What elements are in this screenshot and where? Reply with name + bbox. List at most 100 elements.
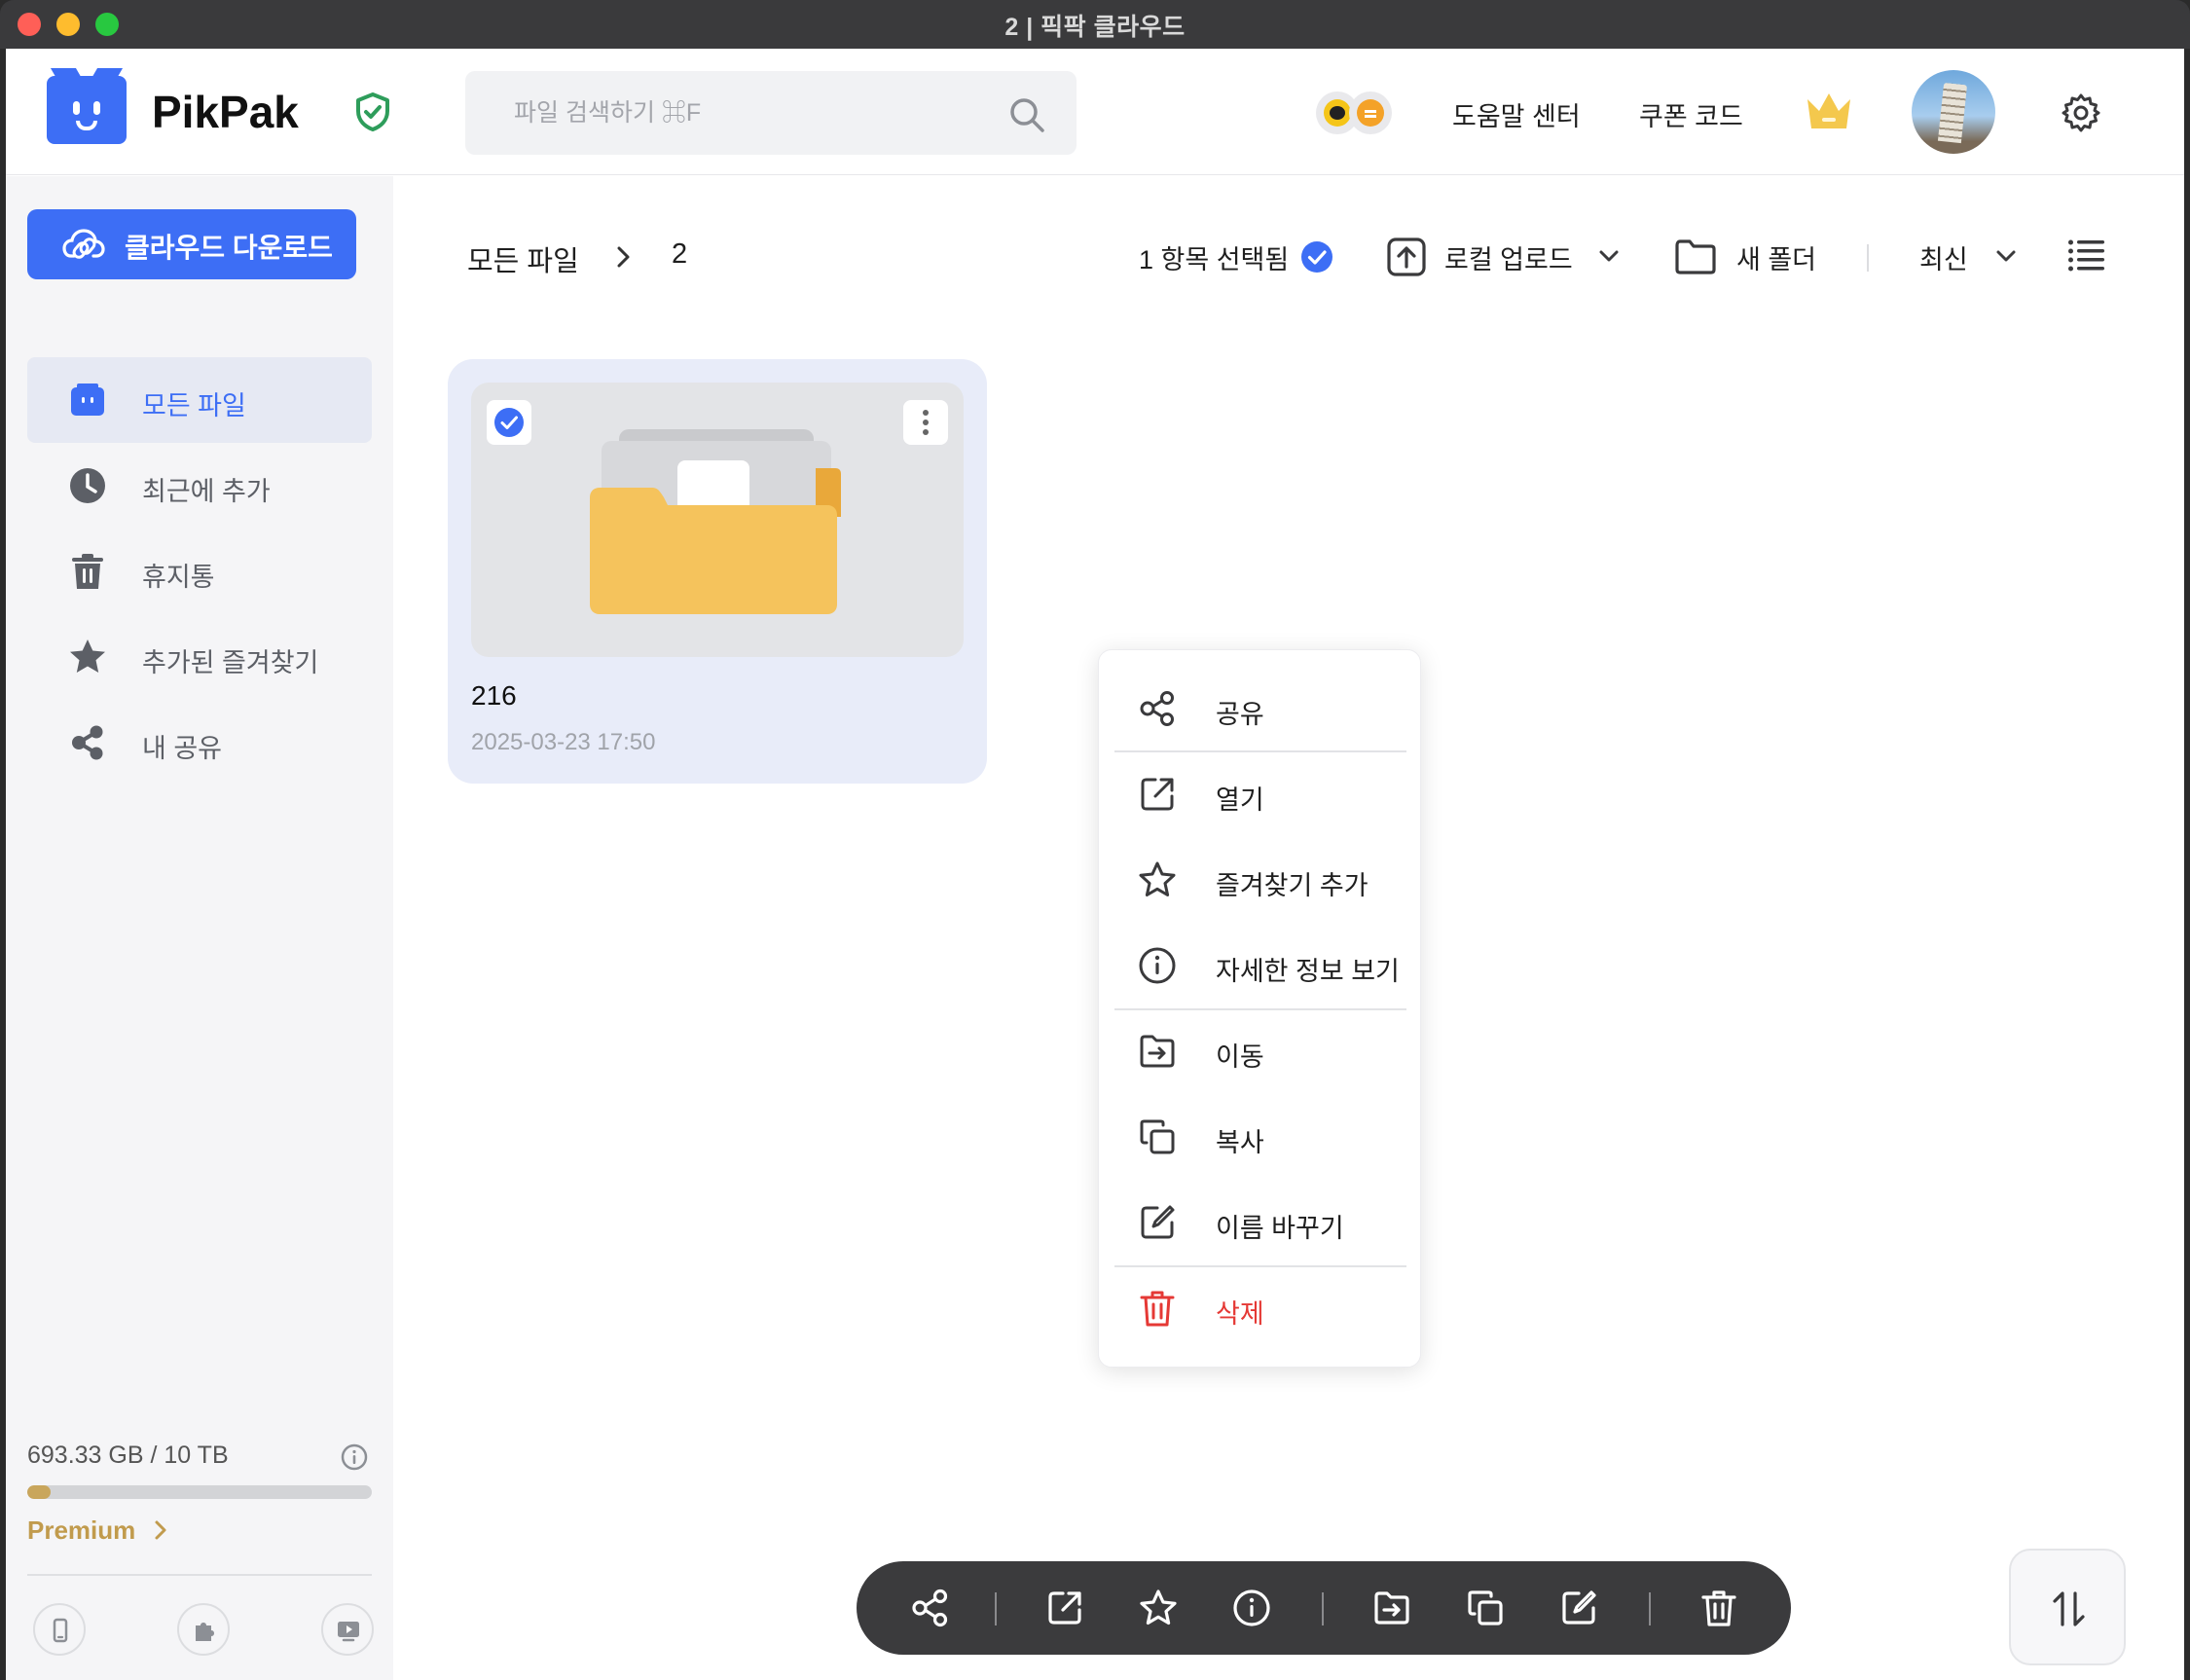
sidebar-item-recent[interactable]: 최근에 추가 <box>27 443 372 529</box>
menu-item-label: 삭제 <box>1216 1299 1264 1329</box>
window-title: 2 | 픽팍 클라우드 <box>1004 14 1186 41</box>
info-icon[interactable] <box>341 1443 368 1471</box>
cloud-download-button[interactable]: 클라우드 다운로드 <box>27 209 356 279</box>
gear-icon[interactable] <box>2062 93 2100 132</box>
list-view-icon[interactable] <box>2067 238 2106 272</box>
community-chat-icons[interactable] <box>1316 91 1394 136</box>
storage-usage-text: 693.33 GB / 10 TB <box>27 1442 229 1469</box>
info-icon <box>1139 947 1176 984</box>
extension-button[interactable] <box>177 1603 230 1656</box>
copy-icon[interactable] <box>1462 1585 1509 1631</box>
chevron-down-icon <box>1996 250 2016 262</box>
star-icon[interactable] <box>1135 1585 1182 1631</box>
chevron-down-icon <box>1599 250 1619 262</box>
menu-item-label: 즐겨찾기 추가 <box>1216 871 1369 900</box>
upload-icon <box>1387 237 1426 276</box>
chevron-right-icon <box>617 246 630 268</box>
tv-app-button[interactable] <box>321 1603 374 1656</box>
premium-link[interactable]: Premium <box>27 1516 135 1546</box>
app-window: PikPak 도움말 센터 쿠폰 코드 <box>6 49 2184 1680</box>
menu-item-move[interactable]: 이동 <box>1114 1010 1406 1092</box>
share-icon <box>1140 691 1174 726</box>
clock-icon <box>70 468 105 503</box>
puzzle-icon <box>196 1623 214 1641</box>
new-folder-label: 새 폴더 <box>1736 245 1817 274</box>
cloud-link-icon <box>62 229 105 259</box>
menu-item-label: 이동 <box>1216 1042 1264 1072</box>
menu-item-rename[interactable]: 이름 바꾸기 <box>1114 1182 1406 1263</box>
move-folder-icon <box>1140 1035 1175 1068</box>
sidebar-item-label: 내 공유 <box>142 734 223 763</box>
upload-label: 로컬 업로드 <box>1444 245 1573 274</box>
sidebar-divider <box>27 1574 372 1576</box>
menu-item-open[interactable]: 열기 <box>1114 753 1406 835</box>
menu-item-delete[interactable]: 삭제 <box>1114 1267 1406 1349</box>
transfer-list-button[interactable] <box>2009 1549 2126 1665</box>
brand-name: PikPak <box>152 87 299 137</box>
top-header: PikPak 도움말 센터 쿠폰 코드 <box>6 49 2184 175</box>
search-box <box>465 71 1077 155</box>
menu-item-label: 이름 바꾸기 <box>1216 1214 1344 1243</box>
new-folder-button[interactable]: 새 폴더 <box>1674 227 1830 285</box>
user-avatar[interactable] <box>1912 70 1995 154</box>
storage-usage-bar <box>27 1485 372 1499</box>
action-bar-divider <box>995 1592 997 1625</box>
menu-item-favorite[interactable]: 즐겨찾기 추가 <box>1114 839 1406 921</box>
open-external-icon[interactable] <box>1041 1585 1088 1631</box>
share-icon <box>72 725 103 760</box>
window-titlebar: 2 | 픽팍 클라우드 <box>0 0 2190 49</box>
edit-icon <box>1141 1205 1175 1239</box>
sidebar: 클라우드 다운로드 모든 파일 최근에 추가 휴지통 추가된 즐겨찾기 내 공유… <box>6 176 393 1680</box>
crown-icon[interactable] <box>1805 90 1853 132</box>
sidebar-item-favorites[interactable]: 추가된 즐겨찾기 <box>27 614 372 700</box>
menu-item-label: 복사 <box>1216 1128 1264 1157</box>
more-options-button[interactable] <box>903 400 948 445</box>
sidebar-item-all-files[interactable]: 모든 파일 <box>27 357 372 443</box>
sort-arrows-icon <box>2053 1591 2085 1626</box>
selection-checkbox[interactable] <box>487 400 531 445</box>
menu-item-label: 열기 <box>1216 785 1264 815</box>
mobile-app-button[interactable] <box>33 1603 86 1656</box>
copy-icon <box>1140 1119 1175 1154</box>
message-icon[interactable] <box>1349 91 1392 134</box>
breadcrumb-current[interactable]: 2 <box>672 238 687 271</box>
search-icon[interactable] <box>1008 96 1045 133</box>
selection-count: 1 항목 선택됨 <box>1139 245 1290 274</box>
shield-check-icon[interactable] <box>354 91 391 132</box>
breadcrumb-root[interactable]: 모든 파일 <box>467 238 579 279</box>
menu-item-label: 공유 <box>1216 700 1264 729</box>
menu-item-details[interactable]: 자세한 정보 보기 <box>1114 925 1406 1006</box>
edit-icon[interactable] <box>1555 1585 1602 1631</box>
help-center-link[interactable]: 도움말 센터 <box>1452 95 1581 133</box>
move-folder-icon[interactable] <box>1369 1585 1415 1631</box>
folder-date: 2025-03-23 17:50 <box>471 729 656 755</box>
folder-icon <box>590 429 841 614</box>
folder-card[interactable]: 216 2025-03-23 17:50 <box>448 359 987 784</box>
sidebar-item-trash[interactable]: 휴지통 <box>27 529 372 614</box>
sidebar-item-label: 최근에 추가 <box>142 477 271 506</box>
check-circle-icon <box>494 408 524 437</box>
sidebar-item-my-shares[interactable]: 내 공유 <box>27 700 372 785</box>
share-icon[interactable] <box>907 1585 954 1631</box>
sidebar-item-label: 모든 파일 <box>142 391 246 420</box>
trash-icon[interactable] <box>1696 1585 1742 1631</box>
menu-item-label: 자세한 정보 보기 <box>1216 957 1400 986</box>
search-input[interactable] <box>514 71 1001 155</box>
toolbar-divider <box>1867 244 1869 272</box>
local-upload-button[interactable]: 로컬 업로드 <box>1386 227 1620 285</box>
info-icon[interactable] <box>1228 1585 1275 1631</box>
menu-item-share[interactable]: 공유 <box>1114 668 1406 749</box>
sort-dropdown[interactable]: 최신 <box>1919 227 2026 285</box>
open-external-icon <box>1141 778 1174 811</box>
cloud-download-label: 클라우드 다운로드 <box>125 233 333 263</box>
menu-item-copy[interactable]: 복사 <box>1114 1096 1406 1178</box>
all-files-icon <box>71 383 104 416</box>
selected-check-icon[interactable] <box>1300 240 1333 274</box>
tv-play-icon <box>338 1622 359 1642</box>
chevron-right-icon <box>155 1520 166 1540</box>
action-bar-divider <box>1649 1592 1651 1625</box>
coupon-code-link[interactable]: 쿠폰 코드 <box>1639 95 1743 133</box>
action-bar-divider <box>1322 1592 1324 1625</box>
pikpak-logo-icon[interactable] <box>47 68 127 144</box>
trash-icon <box>1140 1291 1175 1327</box>
